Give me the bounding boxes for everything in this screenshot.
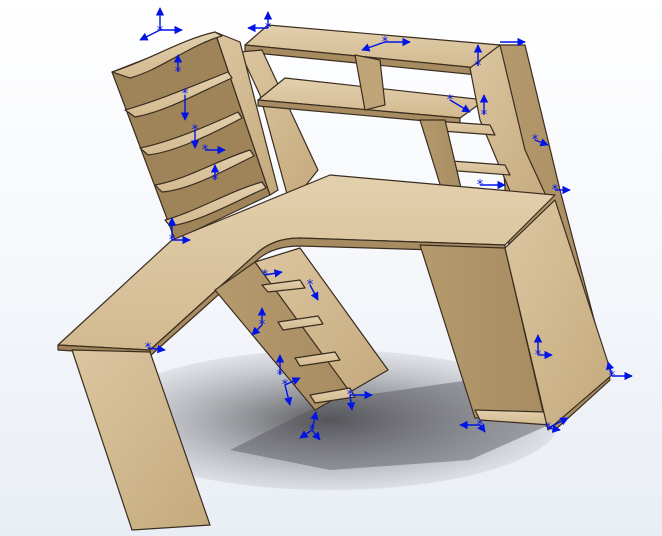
svg-text:*: * <box>382 35 389 50</box>
svg-text:*: * <box>157 24 164 39</box>
svg-text:*: * <box>192 123 199 138</box>
svg-text:*: * <box>307 278 314 293</box>
svg-text:*: * <box>309 423 316 438</box>
svg-text:*: * <box>535 348 542 363</box>
cad-viewport[interactable]: * * * * * * * * * * * * * * * * * * * * * * * * * * * <box>0 0 662 536</box>
svg-text:*: * <box>282 378 289 393</box>
svg-text:*: * <box>347 388 354 403</box>
desk-model[interactable]: * ** *** *** *** *** *** *** *** ** * <box>0 0 662 536</box>
svg-text:*: * <box>481 108 488 123</box>
svg-text:*: * <box>552 183 559 198</box>
svg-text:*: * <box>202 143 209 158</box>
svg-text:*: * <box>182 87 189 102</box>
svg-text:*: * <box>169 233 176 248</box>
svg-text:*: * <box>175 65 182 80</box>
svg-text:*: * <box>477 178 484 193</box>
svg-text:*: * <box>262 268 269 283</box>
svg-text:*: * <box>447 93 454 108</box>
svg-text:*: * <box>259 318 266 333</box>
svg-text:*: * <box>212 173 219 188</box>
svg-text:*: * <box>545 421 552 436</box>
svg-text:*: * <box>475 59 482 74</box>
svg-text:*: * <box>609 369 616 384</box>
svg-text:*: * <box>145 341 152 356</box>
svg-text:*: * <box>265 21 272 36</box>
svg-text:*: * <box>532 133 539 148</box>
svg-text:*: * <box>477 418 484 433</box>
